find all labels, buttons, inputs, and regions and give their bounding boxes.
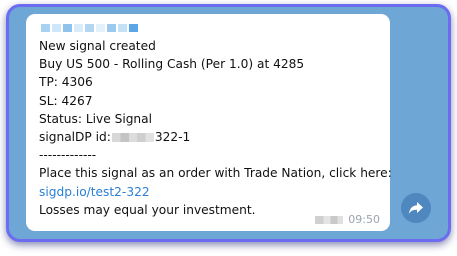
message-time: 09:50 (348, 213, 380, 226)
message-line-sl: SL: 4267 (39, 93, 93, 108)
redacted-sender-name (41, 24, 138, 32)
message-line-signal-id: signalDP id: 322-1 (39, 128, 384, 146)
redacted-signal-id (111, 132, 154, 142)
signal-link[interactable]: sigdp.io/test2-322 (39, 183, 384, 201)
signal-id-suffix: 322-1 (154, 129, 191, 144)
message-line-cta: Place this signal as an order with Trade… (39, 166, 392, 181)
message-line-tp: TP: 4306 (39, 75, 93, 90)
message-line-status: Status: Live Signal (39, 111, 153, 126)
signal-id-label: signalDP id: (39, 129, 111, 144)
message-separator: ------------- (39, 148, 97, 163)
share-forward-icon (409, 202, 423, 214)
message-bubble: New signal created Buy US 500 - Rolling … (26, 14, 392, 231)
redacted-view-count (315, 215, 344, 224)
message-line-order: Buy US 500 - Rolling Cash (Per 1.0) at 4… (39, 57, 305, 72)
message-meta: 09:50 (315, 213, 380, 226)
share-button[interactable] (401, 193, 431, 223)
message-text: New signal created Buy US 500 - Rolling … (39, 37, 392, 219)
message-line-title: New signal created (39, 39, 156, 53)
chat-window: New signal created Buy US 500 - Rolling … (6, 4, 451, 242)
